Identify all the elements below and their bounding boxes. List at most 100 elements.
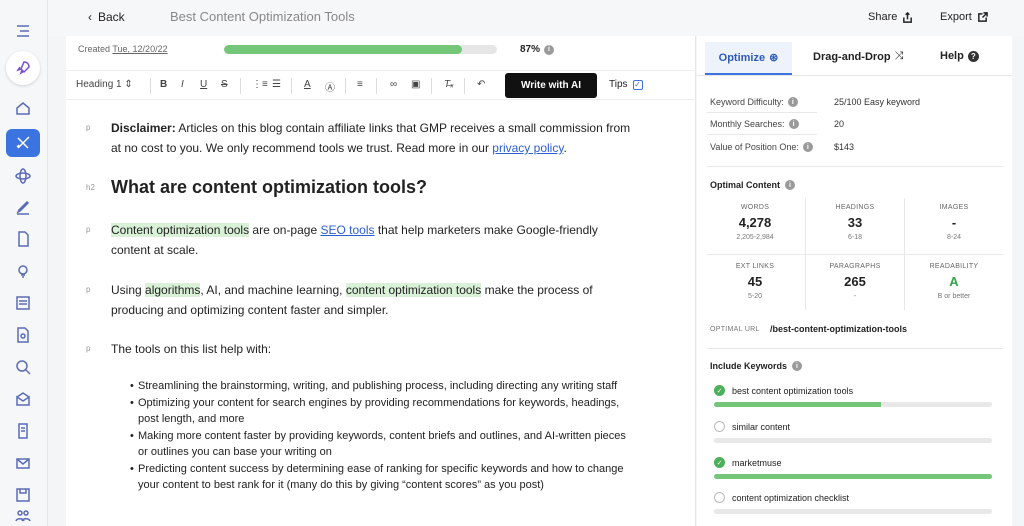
content-score-bar: [224, 45, 497, 54]
document-search-icon[interactable]: [12, 324, 34, 346]
home-icon[interactable]: [12, 97, 34, 119]
tools-icon[interactable]: [6, 129, 40, 157]
divider: [707, 134, 817, 135]
link-icon[interactable]: ∞: [390, 79, 397, 90]
list-item: Predicting content success by determinin…: [130, 461, 630, 494]
section-heading: What are content optimization tools?: [111, 177, 427, 197]
share-button[interactable]: Share: [868, 11, 913, 23]
team-icon[interactable]: [12, 504, 34, 526]
info-icon[interactable]: i: [544, 44, 555, 55]
keyword-item[interactable]: similar content: [714, 421, 994, 443]
metric-label: EXT LINKS: [735, 263, 775, 270]
rocket-icon[interactable]: [6, 51, 40, 85]
write-with-ai-button[interactable]: Write with AI: [505, 73, 597, 98]
metric-label: PARAGRAPHS: [829, 263, 881, 270]
clear-format-icon[interactable]: T̶ₓ: [444, 79, 454, 90]
undo-icon[interactable]: ↶: [477, 79, 485, 90]
check-icon: ✓: [714, 385, 725, 396]
ordered-list-icon[interactable]: ⋮≡: [252, 79, 268, 90]
search-icon[interactable]: [12, 356, 34, 378]
privacy-policy-link[interactable]: privacy policy: [492, 141, 563, 155]
image-icon[interactable]: ▣: [411, 79, 420, 90]
optimal-url-value: /best-content-optimization-tools: [770, 324, 907, 334]
envelope-icon[interactable]: [12, 452, 34, 474]
paragraph-text: Content optimization tools are on-page S…: [111, 220, 631, 260]
export-button[interactable]: Export: [940, 11, 988, 23]
top-bar: ‹ Back Best Content Optimization Tools S…: [48, 0, 1024, 36]
metric-value: 265: [844, 274, 866, 289]
keyword-item[interactable]: content optimization checklist: [714, 492, 994, 514]
monthly-searches-value: 20: [834, 119, 845, 129]
highlight-icon[interactable]: Ⓐ: [325, 79, 335, 94]
tab-help[interactable]: Help ?: [940, 50, 979, 62]
divider: [707, 166, 1003, 167]
bold-button[interactable]: B: [160, 79, 167, 90]
edit-icon[interactable]: [12, 196, 34, 218]
info-icon[interactable]: i: [787, 97, 798, 107]
disclaimer-bold: Disclaimer:: [111, 121, 176, 135]
keyword-usage-bar: [714, 474, 992, 479]
bulb-icon[interactable]: [12, 260, 34, 282]
back-label: Back: [98, 10, 125, 24]
keyword-text: best content optimization tools: [732, 385, 854, 396]
back-button[interactable]: ‹ Back: [88, 10, 125, 24]
editor-toolbar: Heading 1 ⇕ B I U S ⋮≡ ☰ A Ⓐ ≡ ∞ ▣ T̶ₓ ↶…: [66, 70, 696, 100]
include-keywords-title: Include Keywords: [710, 361, 788, 371]
keyword-usage-bar: [714, 438, 992, 443]
keyword-item[interactable]: ✓ best content optimization tools: [714, 385, 994, 407]
italic-button[interactable]: I: [181, 79, 184, 90]
keyword-difficulty-value: 25/100 Easy keyword: [834, 97, 921, 107]
metric-range: 5-20: [747, 293, 762, 300]
strikethrough-button[interactable]: S: [221, 79, 228, 90]
tab-optimize[interactable]: Optimize ⊛: [705, 42, 792, 75]
info-icon[interactable]: i: [792, 361, 803, 371]
metric-ext-links: EXT LINKS 45 5-20: [707, 257, 803, 313]
atom-icon[interactable]: [12, 165, 34, 187]
list-icon[interactable]: [12, 292, 34, 314]
underline-button[interactable]: U: [200, 79, 207, 90]
align-icon[interactable]: ≡: [357, 79, 363, 90]
external-link-icon: [977, 11, 988, 22]
report-icon[interactable]: [12, 420, 34, 442]
left-rail: [0, 0, 48, 526]
toolbar-divider: [150, 78, 151, 94]
value-position-one-value: $143: [834, 142, 855, 152]
keyword-usage-fill: [714, 402, 881, 407]
toolbar-divider: [291, 78, 292, 94]
document-title[interactable]: Best Content Optimization Tools: [170, 9, 355, 24]
tips-checkbox[interactable]: ✓: [632, 79, 643, 90]
divider: [707, 112, 817, 113]
optimal-content-heading: Optimal Content i: [710, 180, 795, 190]
tab-help-label: Help: [940, 50, 964, 62]
seo-tools-link[interactable]: SEO tools: [320, 223, 374, 237]
metric-range: 6-18: [847, 234, 862, 241]
tab-drag-and-drop[interactable]: Drag-and-Drop ⤨: [813, 50, 903, 63]
monthly-searches-label: Monthly Searches: i: [710, 119, 799, 129]
metric-words: WORDS 4,278 2,205-2,984: [707, 198, 803, 254]
target-icon: ⊛: [769, 52, 779, 64]
mail-icon[interactable]: [12, 388, 34, 410]
empty-circle-icon: [714, 492, 725, 503]
metric-value: 33: [847, 215, 863, 230]
info-icon[interactable]: i: [802, 142, 813, 152]
text-color-icon[interactable]: A: [304, 79, 311, 90]
toolbar-divider: [240, 78, 241, 94]
block-tag: h2: [86, 183, 95, 192]
file-icon[interactable]: [12, 228, 34, 250]
keyword-item[interactable]: ✓ marketmuse: [714, 457, 994, 479]
heading-select[interactable]: Heading 1 ⇕: [76, 79, 133, 90]
keyword-usage-bar: [714, 402, 992, 407]
divider: [707, 348, 1003, 349]
tab-optimize-label: Optimize: [718, 51, 766, 64]
info-icon[interactable]: i: [785, 180, 795, 190]
save-icon[interactable]: [12, 484, 34, 506]
bullet-list-icon[interactable]: ☰: [272, 79, 281, 90]
created-date: Tue, 12/20/22: [112, 44, 168, 54]
toolbar-divider: [376, 78, 377, 94]
metric-value: -: [951, 215, 957, 230]
paragraph-fragment: Using: [111, 283, 146, 297]
tips-toggle[interactable]: Tips ✓: [609, 79, 643, 90]
info-icon[interactable]: i: [788, 119, 799, 129]
block-tag: p: [86, 123, 91, 132]
menu-icon[interactable]: [12, 20, 34, 42]
